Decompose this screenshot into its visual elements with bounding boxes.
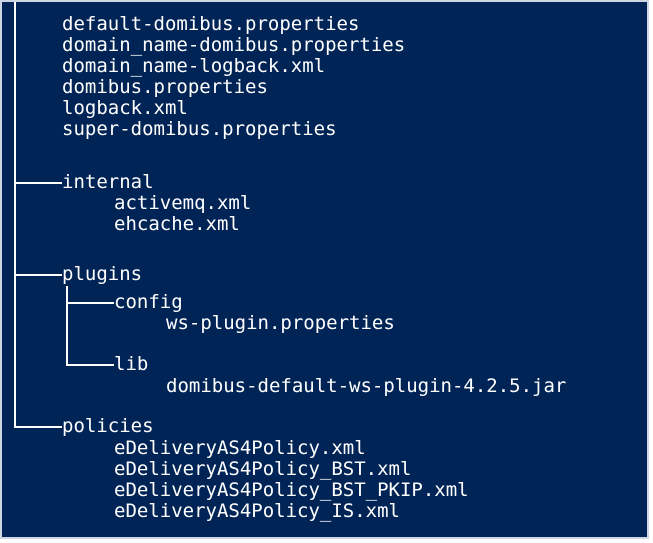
file-super-domibus-properties[interactable]: super-domibus.properties — [62, 119, 337, 140]
file-default-domibus-properties[interactable]: default-domibus.properties — [62, 14, 359, 35]
folder-policies[interactable]: policies — [62, 416, 154, 437]
file-edelivery-as4-policy-xml[interactable]: eDeliveryAS4Policy.xml — [114, 438, 366, 459]
plugins-sub-trunk-line — [66, 286, 68, 366]
branch-policies-line — [14, 426, 62, 428]
file-edelivery-as4-policy-bst-xml[interactable]: eDeliveryAS4Policy_BST.xml — [114, 459, 411, 480]
folder-config[interactable]: config — [114, 292, 183, 313]
tree-trunk-line — [14, 2, 16, 426]
folder-lib[interactable]: lib — [114, 354, 148, 375]
folder-internal[interactable]: internal — [62, 172, 154, 193]
file-logback-xml[interactable]: logback.xml — [62, 98, 188, 119]
branch-plugins-line — [14, 274, 62, 276]
terminal-console: default-domibus.properties domain_name-d… — [0, 0, 649, 539]
file-edelivery-as4-policy-is-xml[interactable]: eDeliveryAS4Policy_IS.xml — [114, 501, 400, 522]
file-domibus-default-ws-plugin-jar[interactable]: domibus-default-ws-plugin-4.2.5.jar — [166, 376, 566, 397]
branch-config-line — [66, 302, 114, 304]
file-edelivery-as4-policy-bst-pkip-xml[interactable]: eDeliveryAS4Policy_BST_PKIP.xml — [114, 480, 469, 501]
file-ws-plugin-properties[interactable]: ws-plugin.properties — [166, 313, 395, 334]
file-domibus-properties[interactable]: domibus.properties — [62, 77, 268, 98]
branch-internal-line — [14, 182, 62, 184]
file-ehcache-xml[interactable]: ehcache.xml — [114, 214, 240, 235]
branch-lib-line — [66, 364, 114, 366]
folder-plugins[interactable]: plugins — [62, 264, 142, 285]
file-domain-name-logback-xml[interactable]: domain_name-logback.xml — [62, 56, 325, 77]
file-domain-name-domibus-properties[interactable]: domain_name-domibus.properties — [62, 35, 405, 56]
file-activemq-xml[interactable]: activemq.xml — [114, 193, 251, 214]
